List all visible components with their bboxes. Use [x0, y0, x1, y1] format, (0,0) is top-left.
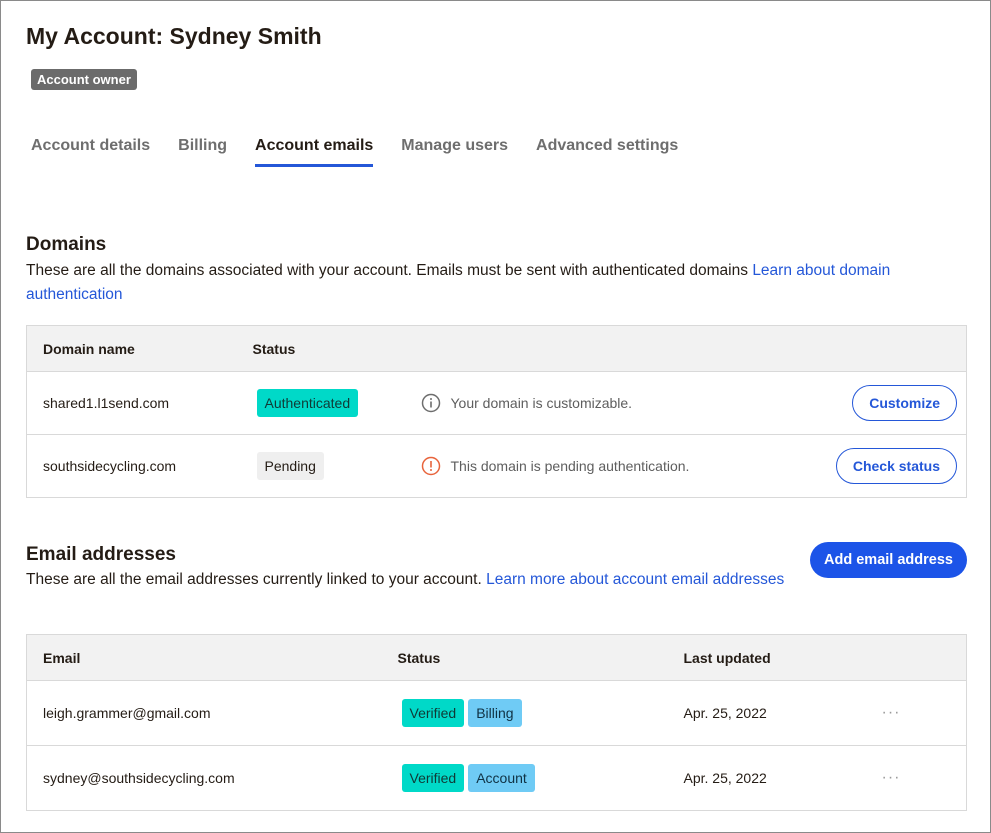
status-badge-authenticated: Authenticated [256, 389, 359, 417]
column-last-updated: Last updated [667, 634, 866, 681]
domain-status-cell: Pending [236, 434, 405, 498]
add-email-address-button[interactable]: Add email address [810, 542, 967, 578]
role-badge-account: Account [468, 764, 535, 792]
customize-button[interactable]: Customize [852, 385, 957, 421]
email-addresses-heading: Email addresses [26, 544, 176, 565]
domain-note-text: This domain is pending authentication. [450, 458, 690, 474]
account-tabs: Account details Billing Account emails M… [31, 137, 706, 167]
column-note [404, 325, 776, 372]
info-icon [421, 393, 440, 413]
email-addresses-description: These are all the email addresses curren… [26, 568, 786, 592]
account-owner-badge: Account owner [31, 69, 137, 90]
status-badge-verified: Verified [401, 699, 465, 727]
tab-manage-users[interactable]: Manage users [401, 137, 508, 167]
domains-description-text: These are all the domains associated wit… [26, 262, 753, 279]
role-badge-billing: Billing [468, 699, 522, 727]
page-title: My Account: Sydney Smith [26, 23, 322, 49]
domain-name: shared1.l1send.com [26, 371, 237, 435]
domain-note-cell: This domain is pending authentication. [404, 434, 776, 498]
more-options-icon[interactable]: ··· [882, 769, 901, 786]
tab-advanced-settings[interactable]: Advanced settings [536, 137, 678, 167]
domains-heading: Domains [26, 234, 107, 255]
domain-action-cell: Check status [775, 434, 967, 498]
email-actions-cell: ··· [865, 680, 967, 746]
column-domain-name: Domain name [26, 325, 237, 372]
check-status-button[interactable]: Check status [835, 448, 957, 484]
domains-description: These are all the domains associated wit… [26, 259, 966, 307]
page-frame: My Account: Sydney Smith Account owner A… [0, 0, 991, 833]
email-description-text: These are all the email addresses curren… [26, 571, 487, 588]
domain-status-cell: Authenticated [236, 371, 405, 435]
learn-account-emails-link[interactable]: Learn more about account email addresses [486, 571, 784, 588]
email-address: leigh.grammer@gmail.com [26, 680, 382, 746]
domain-name: southsidecycling.com [26, 434, 237, 498]
table-row: sydney@southsidecycling.com Verified Acco… [26, 745, 967, 811]
email-actions-cell: ··· [865, 745, 967, 811]
email-status-cell: Verified Billing [381, 680, 668, 746]
emails-table: Email Status Last updated leigh.grammer@… [26, 634, 967, 811]
email-address: sydney@southsidecycling.com [26, 745, 382, 811]
domain-note: Your domain is customizable. [421, 393, 776, 413]
column-status: Status [236, 325, 405, 372]
status-badge-pending: Pending [256, 452, 324, 480]
table-row: leigh.grammer@gmail.com Verified Billing … [26, 680, 967, 746]
domain-note-cell: Your domain is customizable. [404, 371, 776, 435]
domain-action-cell: Customize [775, 371, 967, 435]
domain-note-text: Your domain is customizable. [450, 395, 633, 411]
last-updated: Apr. 25, 2022 [667, 745, 866, 811]
column-email: Email [26, 634, 382, 681]
column-status: Status [381, 634, 668, 681]
email-status-cell: Verified Account [381, 745, 668, 811]
last-updated: Apr. 25, 2022 [667, 680, 866, 746]
table-row: southsidecycling.com Pending This domain… [26, 434, 967, 498]
domain-note: This domain is pending authentication. [421, 456, 776, 476]
emails-table-header: Email Status Last updated [26, 634, 967, 681]
tab-account-details[interactable]: Account details [31, 137, 150, 167]
column-actions [865, 634, 967, 681]
table-row: shared1.l1send.com Authenticated Your do… [26, 371, 967, 435]
domains-table: Domain name Status shared1.l1send.com Au… [26, 325, 967, 498]
tab-account-emails[interactable]: Account emails [255, 137, 374, 167]
more-options-icon[interactable]: ··· [882, 704, 901, 721]
warning-icon [421, 456, 440, 476]
domains-table-header: Domain name Status [26, 325, 967, 372]
status-badge-verified: Verified [401, 764, 465, 792]
column-action [775, 325, 967, 372]
tab-billing[interactable]: Billing [178, 137, 227, 167]
